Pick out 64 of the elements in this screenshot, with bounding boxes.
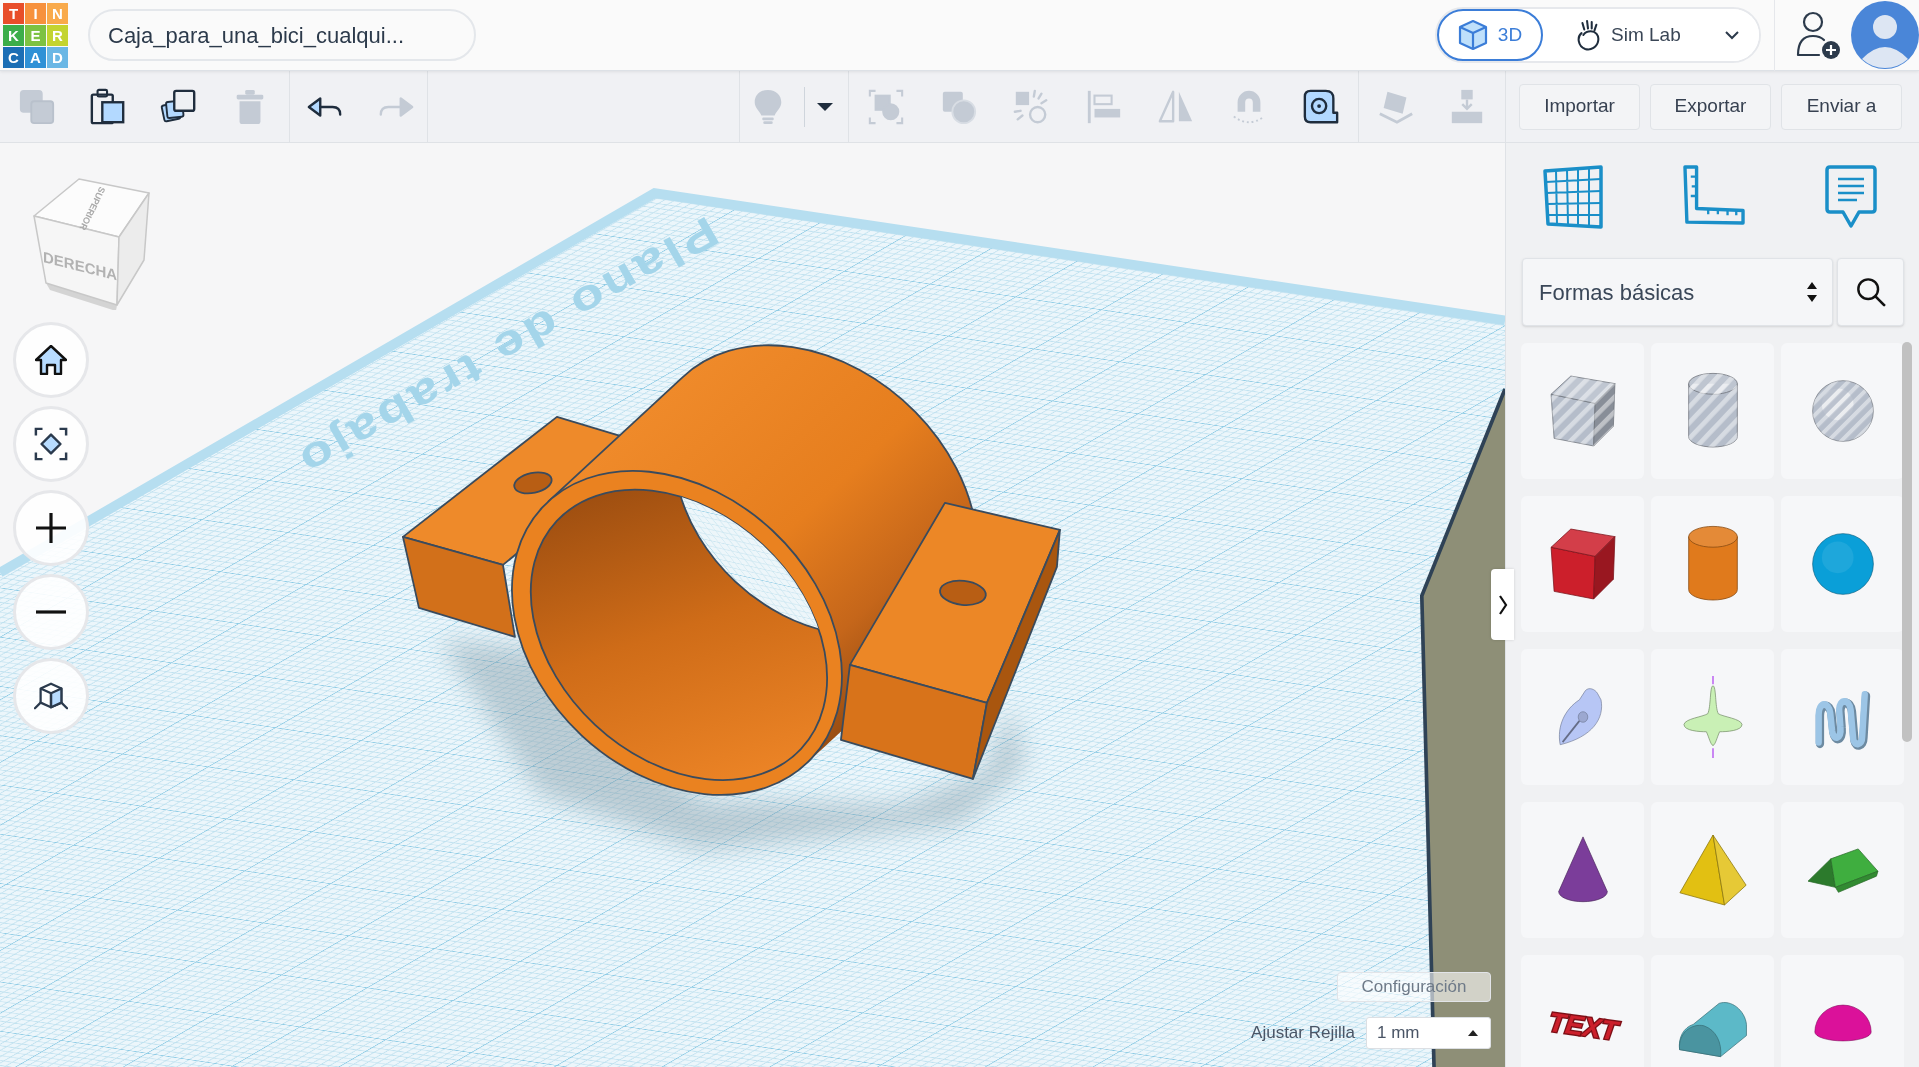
scatter-shapes-icon [1012, 87, 1050, 126]
design-title-field[interactable]: Caja_para_una_bici_cualqui... [88, 9, 476, 61]
clipboard-icon [89, 87, 127, 126]
logo-tile: N [47, 2, 68, 24]
shape-tile[interactable] [1781, 649, 1904, 785]
shape-category-select[interactable]: Formas básicas [1522, 258, 1833, 326]
logo-tile: D [47, 46, 68, 68]
text-shape-label: TEXT [1546, 1006, 1619, 1047]
search-icon [1855, 277, 1886, 307]
shape-tile[interactable] [1781, 802, 1904, 938]
logo-tile: I [25, 2, 46, 24]
scrollbar-thumb[interactable] [1902, 342, 1912, 742]
minus-icon [36, 610, 66, 614]
search-button[interactable] [1837, 258, 1904, 326]
shape-tile[interactable] [1521, 802, 1644, 938]
mode-tab[interactable]: 3D [1437, 9, 1543, 61]
shape-tile[interactable] [1651, 802, 1774, 938]
shape-tile[interactable] [1651, 496, 1774, 632]
pyramid-icon [1676, 832, 1749, 908]
chevron-down-icon [1725, 30, 1739, 40]
logo-tile: R [47, 24, 68, 46]
hatched-sphere-icon [1809, 378, 1876, 444]
shape-tile[interactable] [1651, 343, 1774, 479]
collapse-panel-button[interactable] [1491, 569, 1514, 640]
snap-grid-label: Ajustar Rejilla [1251, 1022, 1355, 1045]
shape-tile[interactable] [1781, 343, 1904, 479]
avatar-icon[interactable] [1851, 1, 1919, 69]
settings-button[interactable]: Configuración [1337, 972, 1491, 1002]
zoom-in-button[interactable] [13, 490, 89, 566]
logo-tile: K [3, 24, 24, 46]
snap-grid-select[interactable]: 1 mm [1366, 1017, 1491, 1049]
shape-tile[interactable] [1521, 496, 1644, 632]
caret-up-icon [1468, 1030, 1478, 1036]
shape-tile[interactable] [1521, 649, 1644, 785]
group-icon [867, 87, 905, 126]
caret-down-icon [817, 102, 833, 111]
hand-icon [1575, 19, 1601, 51]
shape-tile[interactable] [1521, 343, 1644, 479]
add-user-icon[interactable] [1795, 10, 1841, 60]
logo-tile: C [3, 46, 24, 68]
shape-tile[interactable] [1781, 496, 1904, 632]
send-to-button[interactable]: Enviar a [1781, 83, 1902, 130]
ruler-icon[interactable] [1683, 165, 1745, 225]
grid-icon[interactable] [1543, 165, 1603, 229]
tape-measure-icon [1302, 87, 1340, 126]
home-icon [35, 345, 67, 375]
cube-icon [1457, 18, 1488, 52]
shape-tile[interactable] [1781, 955, 1904, 1067]
chevron-right-icon [1497, 593, 1508, 616]
sphere-icon [1809, 531, 1876, 597]
shape-tile[interactable] [1651, 649, 1774, 785]
import-button[interactable]: Importar [1519, 83, 1640, 130]
shape-tile[interactable] [1651, 955, 1774, 1067]
sort-arrows-icon [1806, 281, 1818, 303]
copy-icon [18, 87, 56, 126]
note-bubble-icon[interactable] [1825, 165, 1877, 229]
logo-tile: E [25, 24, 46, 46]
fit-icon [34, 427, 68, 461]
logo-tile: A [25, 46, 46, 68]
plus-icon [36, 513, 66, 543]
export-button[interactable]: Exportar [1650, 83, 1771, 130]
cube-icon [34, 681, 68, 711]
shape-tile[interactable]: TEXT [1521, 955, 1644, 1067]
logo-tile: T [3, 2, 24, 24]
